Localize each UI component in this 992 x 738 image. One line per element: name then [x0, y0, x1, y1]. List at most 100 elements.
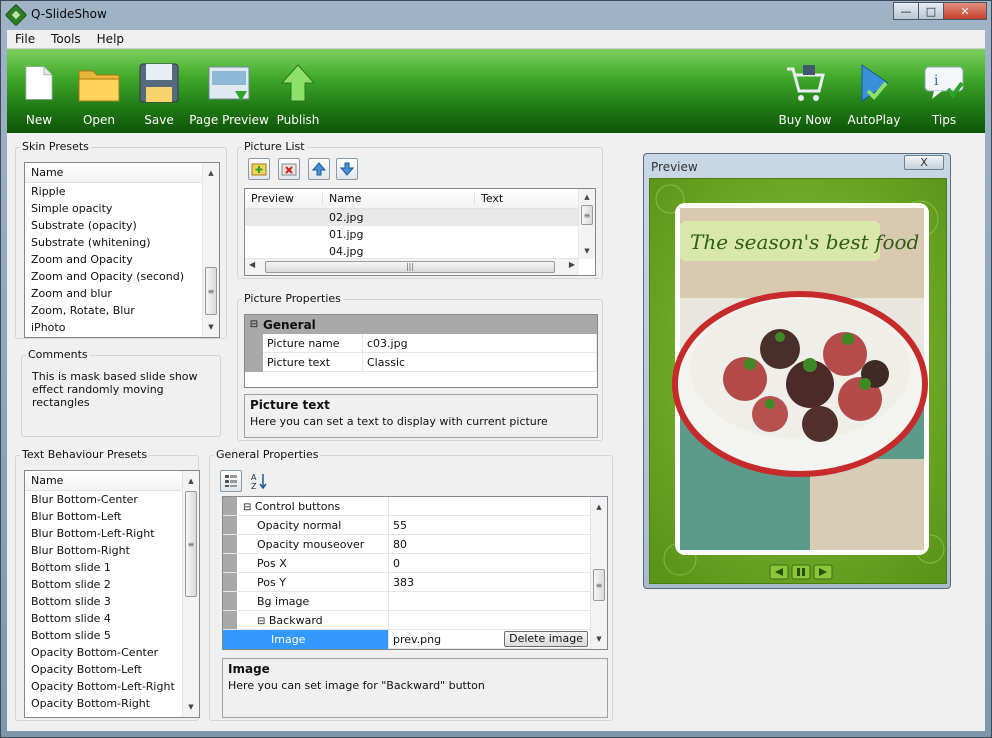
scroll-down-icon[interactable]: ▼	[183, 699, 199, 715]
text-behaviour-item[interactable]: Blur Bottom-Right	[25, 542, 199, 559]
remove-picture-button[interactable]	[278, 158, 300, 180]
property-value[interactable]: 80	[389, 535, 591, 554]
image-property-value[interactable]: prev.png	[393, 633, 441, 646]
property-row[interactable]: Pos X0	[223, 554, 591, 573]
property-row[interactable]: Opacity mouseover 80	[223, 535, 591, 554]
text-behaviour-item[interactable]: Opacity Bottom-Left	[25, 661, 199, 678]
scroll-down-icon[interactable]: ▼	[579, 243, 595, 259]
scroll-thumb[interactable]: |||	[265, 261, 555, 273]
backward-group-row[interactable]: ⊟ Backward	[223, 611, 591, 630]
scroll-down-icon[interactable]: ▼	[591, 631, 607, 647]
scroll-right-icon[interactable]: ▶	[569, 260, 575, 269]
text-behaviour-item[interactable]: Bottom slide 4	[25, 610, 199, 627]
property-row[interactable]: Pos Y 383	[223, 573, 591, 592]
text-behaviour-item[interactable]: Blur Bottom-Left-Right	[25, 525, 199, 542]
alphabetical-view-button[interactable]: AZ	[248, 470, 270, 492]
delete-image-button[interactable]: Delete image	[504, 631, 588, 647]
skin-preset-item[interactable]: Ripple	[25, 183, 219, 200]
save-button[interactable]: Save	[137, 49, 181, 133]
minimize-button[interactable]: —	[893, 2, 919, 20]
picture-list-table[interactable]: Preview Name Text 02.jpg 01.jpg 04.jpg ▲ ≡…	[244, 188, 596, 276]
property-row[interactable]: Picture name c03.jpg	[245, 334, 597, 353]
skin-preset-item[interactable]: Substrate (opacity)	[25, 217, 219, 234]
skin-preset-item[interactable]: Zoom and Opacity (second)	[25, 268, 219, 285]
publish-label: Publish	[276, 113, 320, 127]
open-button[interactable]: Open	[75, 49, 123, 133]
text-behaviour-scrollbar[interactable]: ▲ ≡ ▼	[182, 471, 199, 717]
picture-list-row[interactable]: 02.jpg	[245, 209, 595, 226]
text-behaviour-item[interactable]: Blur Bottom-Center	[25, 491, 199, 508]
image-property-row[interactable]: Image prev.png Delete image	[223, 630, 591, 649]
menu-help[interactable]: Help	[89, 30, 132, 48]
buy-now-button[interactable]: Buy Now	[777, 49, 833, 133]
skin-preset-item[interactable]: iPhoto	[25, 319, 219, 336]
menu-tools[interactable]: Tools	[43, 30, 89, 48]
property-row[interactable]: Opacity normal 55	[223, 516, 591, 535]
control-buttons-group-row[interactable]: ⊟ Control buttons	[223, 497, 591, 516]
collapse-icon[interactable]: ⊟	[243, 502, 251, 513]
svg-text:i: i	[934, 73, 939, 89]
move-up-button[interactable]	[308, 158, 330, 180]
property-value[interactable]: 383	[389, 573, 591, 592]
categorized-view-button[interactable]	[220, 470, 242, 492]
property-value[interactable]: 55	[389, 516, 591, 535]
new-button[interactable]: New	[19, 49, 59, 133]
picture-list-vscroll[interactable]: ▲ ≡ ▼	[578, 189, 595, 259]
page-preview-button[interactable]: Page Preview	[189, 49, 269, 133]
scroll-left-icon[interactable]: ◀	[249, 260, 255, 269]
property-row[interactable]: Picture text Classic	[245, 353, 597, 372]
text-behaviour-item[interactable]: Bottom slide 1	[25, 559, 199, 576]
scroll-down-icon[interactable]: ▼	[203, 319, 219, 335]
text-behaviour-list[interactable]: Name Blur Bottom-Center Blur Bottom-Left B…	[24, 470, 200, 718]
picture-list-hscroll[interactable]: ◀ ||| ▶	[245, 258, 579, 275]
text-behaviour-header[interactable]: Name	[25, 471, 199, 491]
preview-canvas[interactable]: The season's best food	[649, 178, 947, 584]
preview-close-button[interactable]: X	[904, 155, 944, 170]
scroll-up-icon[interactable]: ▲	[591, 499, 607, 515]
general-category-row[interactable]: ⊟ General	[245, 315, 597, 334]
scroll-up-icon[interactable]: ▲	[183, 473, 199, 489]
scroll-thumb[interactable]: ≡	[593, 569, 605, 601]
collapse-icon[interactable]: ⊟	[245, 319, 263, 330]
move-down-button[interactable]	[336, 158, 358, 180]
general-properties-scrollbar[interactable]: ▲ ≡ ▼	[590, 497, 607, 649]
skin-presets-list[interactable]: Name Ripple Simple opacity Substrate (opac…	[24, 162, 220, 338]
publish-button[interactable]: Publish	[275, 49, 321, 133]
scroll-up-icon[interactable]: ▲	[203, 165, 219, 181]
maximize-button[interactable]: □	[918, 2, 944, 20]
scroll-thumb[interactable]: ≡	[581, 205, 593, 225]
text-behaviour-item[interactable]: Blur Bottom-Left	[25, 508, 199, 525]
column-name[interactable]: Name	[323, 192, 475, 205]
skin-presets-header[interactable]: Name	[25, 163, 219, 183]
close-button[interactable]: ✕	[943, 2, 987, 20]
collapse-icon[interactable]: ⊟	[257, 616, 265, 627]
property-value[interactable]: 0	[389, 554, 591, 573]
text-behaviour-item[interactable]: Opacity Bottom-Right	[25, 695, 199, 712]
scroll-thumb[interactable]: ≡	[185, 491, 197, 597]
text-behaviour-item[interactable]: Bottom slide 2	[25, 576, 199, 593]
column-preview[interactable]: Preview	[245, 192, 323, 205]
skin-preset-item[interactable]: Substrate (whitening)	[25, 234, 219, 251]
add-picture-button[interactable]	[248, 158, 270, 180]
skin-preset-item[interactable]: Zoom and Opacity	[25, 251, 219, 268]
property-row[interactable]: Bg image	[223, 592, 591, 611]
picture-properties-group: Picture Properties ⊟ General Picture nam…	[237, 292, 603, 441]
scroll-thumb[interactable]: ≡	[205, 267, 217, 315]
skin-preset-item[interactable]: Zoom and blur	[25, 285, 219, 302]
scroll-up-icon[interactable]: ▲	[579, 189, 595, 205]
picture-list-row[interactable]: 01.jpg	[245, 226, 595, 243]
column-text[interactable]: Text	[475, 192, 575, 205]
property-value[interactable]: Classic	[363, 353, 597, 372]
property-value[interactable]	[389, 592, 591, 611]
property-value[interactable]: c03.jpg	[363, 334, 597, 353]
text-behaviour-item[interactable]: Bottom slide 5	[25, 627, 199, 644]
skin-preset-item[interactable]: Simple opacity	[25, 200, 219, 217]
text-behaviour-item[interactable]: Bottom slide 3	[25, 593, 199, 610]
text-behaviour-item[interactable]: Opacity Bottom-Left-Right	[25, 678, 199, 695]
autoplay-button[interactable]: AutoPlay	[847, 49, 901, 133]
menu-file[interactable]: File	[7, 30, 43, 48]
skin-presets-scrollbar[interactable]: ▲ ≡ ▼	[202, 163, 219, 337]
text-behaviour-item[interactable]: Opacity Bottom-Center	[25, 644, 199, 661]
skin-preset-item[interactable]: Zoom, Rotate, Blur	[25, 302, 219, 319]
tips-button[interactable]: i Tips	[921, 49, 967, 133]
